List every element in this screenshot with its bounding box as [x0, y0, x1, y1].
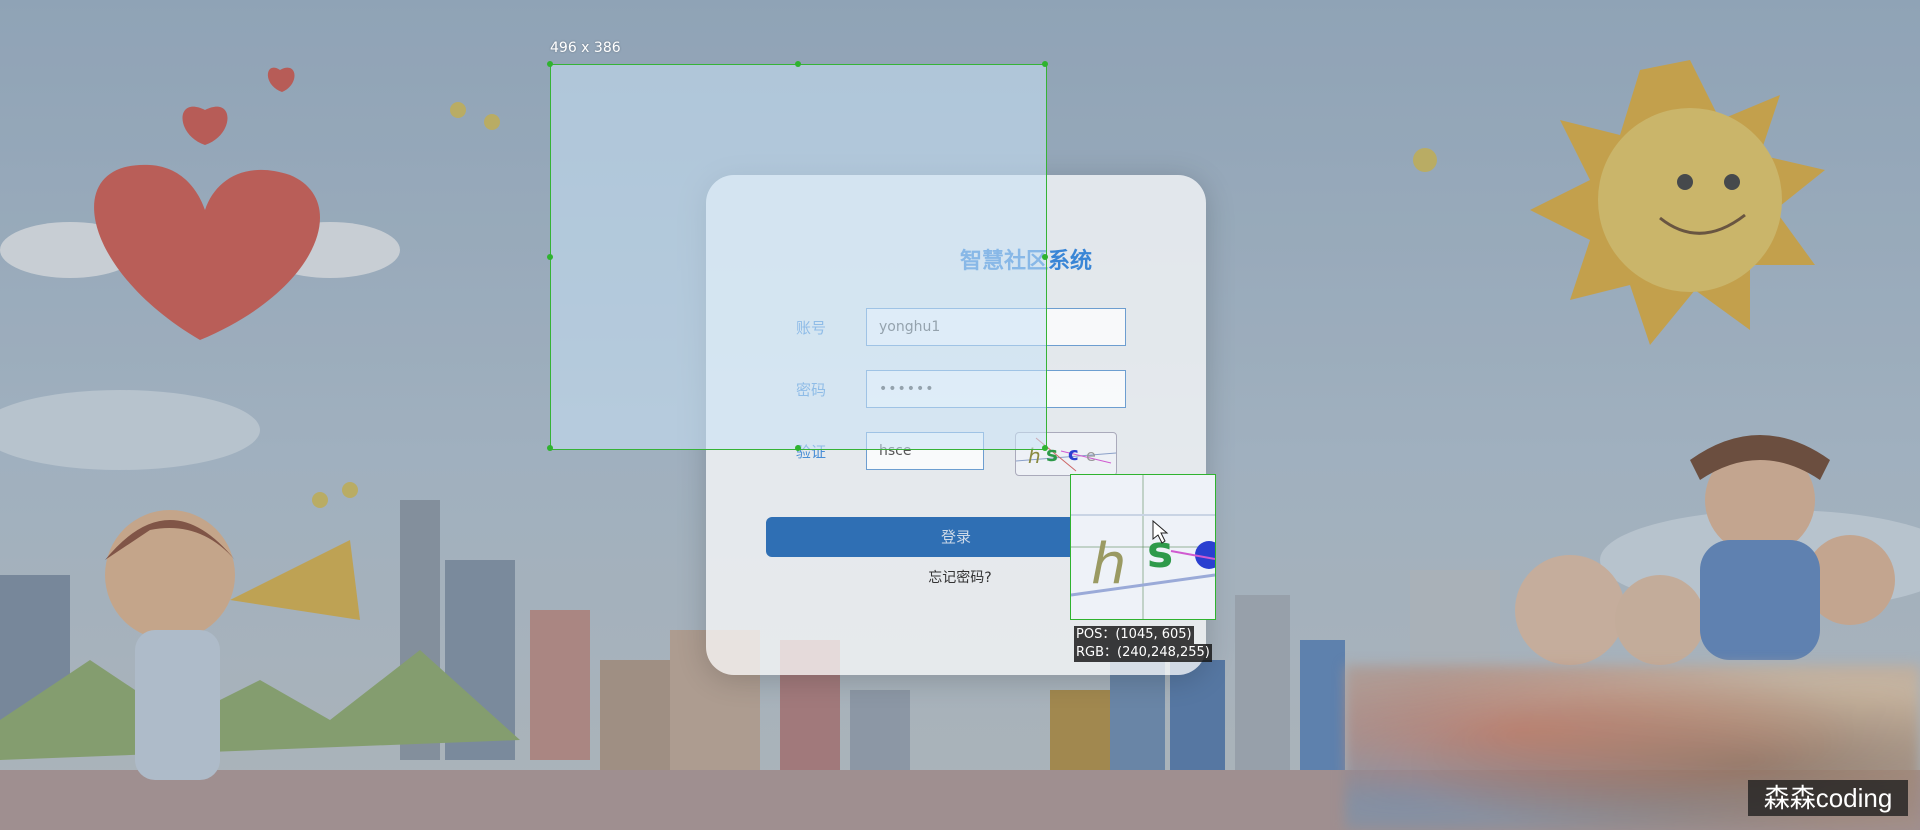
svg-text:c: c	[1068, 444, 1079, 465]
resize-handle-top[interactable]	[795, 61, 801, 67]
svg-text:e: e	[1086, 446, 1096, 465]
resize-handle-left[interactable]	[547, 254, 553, 260]
selection-rectangle[interactable]	[550, 64, 1047, 450]
magnifier-view: h s	[1070, 474, 1216, 620]
watermark: 森森coding	[1748, 780, 1908, 816]
svg-text:h: h	[1091, 532, 1127, 597]
resize-handle-bottom[interactable]	[795, 445, 801, 451]
resize-handle-top-left[interactable]	[547, 61, 553, 67]
resize-handle-bottom-left[interactable]	[547, 445, 553, 451]
svg-text:s: s	[1046, 442, 1058, 466]
selection-size-label: 496 x 386	[550, 40, 621, 56]
pixel-color: RGB：(240,248,255)	[1074, 644, 1212, 662]
resize-handle-top-right[interactable]	[1042, 61, 1048, 67]
resize-handle-right[interactable]	[1042, 254, 1048, 260]
cursor-position: POS：(1045, 605)	[1074, 626, 1194, 644]
magnifier-info: POS：(1045, 605) RGB：(240,248,255)	[1074, 626, 1212, 662]
resize-handle-bottom-right[interactable]	[1042, 445, 1048, 451]
magnifier-graphic: h s	[1071, 475, 1215, 619]
